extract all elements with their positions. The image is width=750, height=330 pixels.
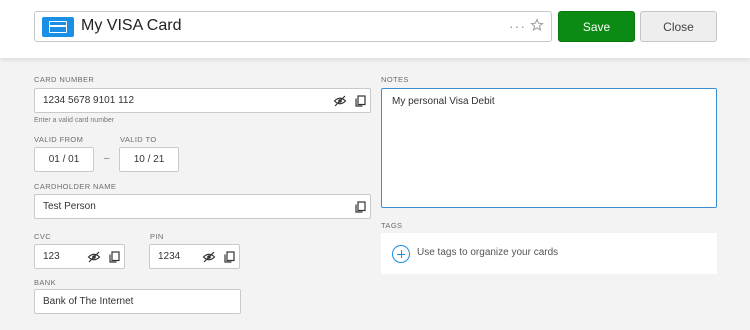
- card-number-hint: Enter a valid card number: [34, 117, 115, 124]
- close-button[interactable]: Close: [640, 11, 717, 42]
- pin-label: PIN: [150, 232, 164, 241]
- copy-icon[interactable]: [353, 200, 367, 214]
- plus-circle-icon[interactable]: [392, 245, 410, 263]
- save-button[interactable]: Save: [558, 11, 635, 42]
- bank-field[interactable]: Bank of The Internet: [34, 289, 241, 314]
- credit-card-icon: [42, 17, 74, 37]
- eye-slash-icon[interactable]: [87, 250, 101, 264]
- cvc-label: CVC: [34, 232, 52, 241]
- valid-from-label: VALID FROM: [34, 135, 84, 144]
- eye-slash-icon[interactable]: [333, 94, 347, 108]
- card-number-label: CARD NUMBER: [34, 75, 95, 84]
- tags-placeholder: Use tags to organize your cards: [417, 247, 559, 258]
- top-bar: My VISA Card ··· Save Close: [0, 0, 750, 58]
- valid-to-value: 10 / 21: [133, 154, 165, 165]
- card-number-value: 1234 5678 9101 112: [43, 95, 135, 106]
- bank-value: Bank of The Internet: [43, 296, 134, 307]
- eye-slash-icon[interactable]: [202, 250, 216, 264]
- cvc-value: 123: [43, 251, 60, 262]
- pin-field[interactable]: 1234: [149, 244, 240, 269]
- valid-to-label: VALID TO: [120, 135, 157, 144]
- star-icon[interactable]: [530, 16, 544, 34]
- notes-textarea[interactable]: My personal Visa Debit: [381, 88, 717, 208]
- cardholder-label: CARDHOLDER NAME: [34, 182, 117, 191]
- cvc-field[interactable]: 123: [34, 244, 125, 269]
- card-title-field[interactable]: My VISA Card ···: [34, 11, 552, 42]
- copy-icon[interactable]: [353, 94, 367, 108]
- valid-from-field[interactable]: 01 / 01: [34, 147, 94, 172]
- cardholder-value: Test Person: [43, 201, 96, 212]
- pin-value: 1234: [158, 251, 181, 262]
- date-separator: –: [104, 153, 110, 164]
- more-options-icon[interactable]: ···: [509, 17, 526, 35]
- card-title[interactable]: My VISA Card: [81, 16, 181, 36]
- tags-field[interactable]: Use tags to organize your cards: [381, 233, 717, 274]
- bank-label: BANK: [34, 278, 57, 287]
- notes-value: My personal Visa Debit: [392, 96, 495, 107]
- tags-label: TAGS: [381, 221, 403, 230]
- notes-label: NOTES: [381, 75, 409, 84]
- card-number-field[interactable]: 1234 5678 9101 112: [34, 88, 371, 113]
- copy-icon[interactable]: [107, 250, 121, 264]
- cardholder-field[interactable]: Test Person: [34, 194, 371, 219]
- valid-from-value: 01 / 01: [48, 154, 80, 165]
- copy-icon[interactable]: [222, 250, 236, 264]
- valid-to-field[interactable]: 10 / 21: [119, 147, 179, 172]
